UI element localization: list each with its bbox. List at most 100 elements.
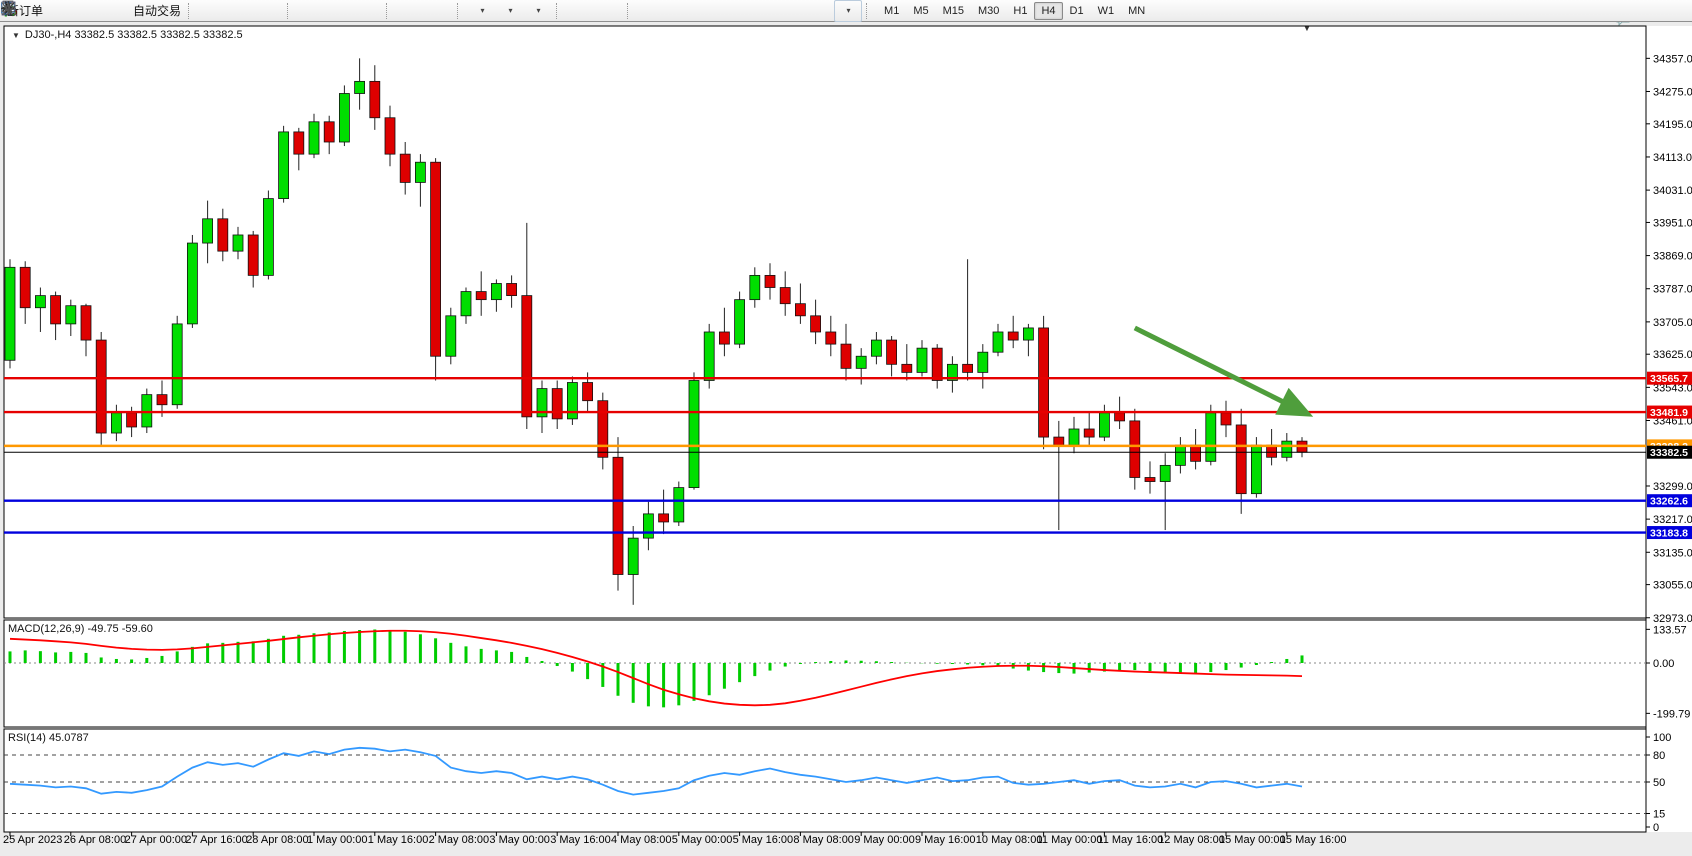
chart-title[interactable]: ▼DJ30-,H4 33382.5 33382.5 33382.5 33382.… xyxy=(12,29,243,41)
candle[interactable] xyxy=(431,162,441,356)
candle[interactable] xyxy=(279,132,289,199)
candlestick-button[interactable] xyxy=(227,0,255,22)
candle[interactable] xyxy=(5,267,15,360)
candle[interactable] xyxy=(887,340,897,364)
timeframe-m30[interactable]: M30 xyxy=(971,2,1006,20)
candle[interactable] xyxy=(507,283,517,295)
indicators-button[interactable]: ▾ xyxy=(468,0,496,22)
vertical-line-button[interactable] xyxy=(638,0,666,22)
candle[interactable] xyxy=(355,81,365,93)
timeframe-m5[interactable]: M5 xyxy=(906,2,935,20)
line-chart-button[interactable] xyxy=(255,0,283,22)
cursor-button[interactable] xyxy=(567,0,595,22)
timeframe-h4[interactable]: H4 xyxy=(1034,2,1062,20)
candle[interactable] xyxy=(96,340,106,433)
candle[interactable] xyxy=(719,332,729,344)
candle[interactable] xyxy=(339,94,349,143)
candle[interactable] xyxy=(263,199,273,276)
candle[interactable] xyxy=(1099,413,1109,437)
timeframe-m15[interactable]: M15 xyxy=(936,2,971,20)
candle[interactable] xyxy=(674,488,684,522)
timeframe-m1[interactable]: M1 xyxy=(877,2,906,20)
candle[interactable] xyxy=(932,348,942,380)
candle[interactable] xyxy=(370,81,380,117)
candle[interactable] xyxy=(567,383,577,419)
candle[interactable] xyxy=(963,364,973,372)
fibonacci-button[interactable]: F xyxy=(750,0,778,22)
timeframe-mn[interactable]: MN xyxy=(1121,2,1152,20)
candle[interactable] xyxy=(780,288,790,304)
candle[interactable] xyxy=(841,344,851,368)
candle[interactable] xyxy=(415,162,425,182)
candle[interactable] xyxy=(1023,328,1033,340)
scroll-to-end-marker[interactable]: ▼ xyxy=(1303,24,1311,33)
candle[interactable] xyxy=(765,275,775,287)
candle[interactable] xyxy=(248,235,258,275)
tile-windows-button[interactable] xyxy=(354,0,382,22)
candle[interactable] xyxy=(856,356,866,368)
periods-button[interactable]: ▾ xyxy=(496,0,524,22)
candle[interactable] xyxy=(750,275,760,299)
arrows-button[interactable]: ▾ xyxy=(834,0,862,22)
candle[interactable] xyxy=(1084,429,1094,437)
trendline-button[interactable] xyxy=(694,0,722,22)
channel-button[interactable]: E xyxy=(722,0,750,22)
horizontal-line-button[interactable] xyxy=(666,0,694,22)
candle[interactable] xyxy=(324,122,334,142)
candle[interactable] xyxy=(461,292,471,316)
candle[interactable] xyxy=(1160,465,1170,481)
templates-button[interactable]: ▾ xyxy=(524,0,552,22)
candle[interactable] xyxy=(20,267,30,307)
macd-pane[interactable] xyxy=(4,620,1646,727)
candle[interactable] xyxy=(491,283,501,299)
candle[interactable] xyxy=(871,340,881,356)
candle[interactable] xyxy=(598,401,608,458)
candle[interactable] xyxy=(826,332,836,344)
candle[interactable] xyxy=(1008,332,1018,340)
candle[interactable] xyxy=(1236,425,1246,494)
candle[interactable] xyxy=(446,316,456,356)
autotrading-button[interactable]: 自动交易 xyxy=(130,0,184,22)
charts-button[interactable] xyxy=(46,0,74,22)
bar-chart-button[interactable] xyxy=(199,0,227,22)
candle[interactable] xyxy=(522,296,532,417)
candle[interactable] xyxy=(400,154,410,182)
candle[interactable] xyxy=(1054,437,1064,445)
candle[interactable] xyxy=(811,316,821,332)
rsi-pane[interactable] xyxy=(4,729,1646,832)
text-button[interactable]: A xyxy=(778,0,806,22)
profiles-button[interactable] xyxy=(74,0,102,22)
candle[interactable] xyxy=(917,348,927,372)
candle[interactable] xyxy=(1191,445,1201,461)
candle[interactable] xyxy=(35,296,45,308)
candle[interactable] xyxy=(309,122,319,154)
autoscroll-button[interactable] xyxy=(397,0,425,22)
chart-canvas[interactable]: 34357.034275.034195.034113.034031.033951… xyxy=(0,0,1692,856)
candle[interactable] xyxy=(643,514,653,538)
candle[interactable] xyxy=(1221,413,1231,425)
candle[interactable] xyxy=(187,243,197,324)
candle[interactable] xyxy=(111,413,121,433)
candle[interactable] xyxy=(233,235,243,251)
candle[interactable] xyxy=(552,389,562,419)
candle[interactable] xyxy=(142,395,152,427)
candle[interactable] xyxy=(689,380,699,487)
candle[interactable] xyxy=(1115,413,1125,421)
candle[interactable] xyxy=(203,219,213,243)
candle[interactable] xyxy=(978,352,988,372)
main-chart-pane[interactable] xyxy=(4,26,1646,618)
candle[interactable] xyxy=(218,219,228,251)
zoom-out-button[interactable] xyxy=(326,0,354,22)
candle[interactable] xyxy=(51,296,61,324)
candle[interactable] xyxy=(476,292,486,300)
candle[interactable] xyxy=(1039,328,1049,437)
candle[interactable] xyxy=(704,332,714,381)
candle[interactable] xyxy=(795,304,805,316)
candle[interactable] xyxy=(1282,441,1292,457)
chart-shift-button[interactable] xyxy=(425,0,453,22)
crosshair-button[interactable] xyxy=(595,0,623,22)
candle[interactable] xyxy=(628,538,638,574)
candle[interactable] xyxy=(735,300,745,344)
candle[interactable] xyxy=(172,324,182,405)
candle[interactable] xyxy=(294,132,304,154)
